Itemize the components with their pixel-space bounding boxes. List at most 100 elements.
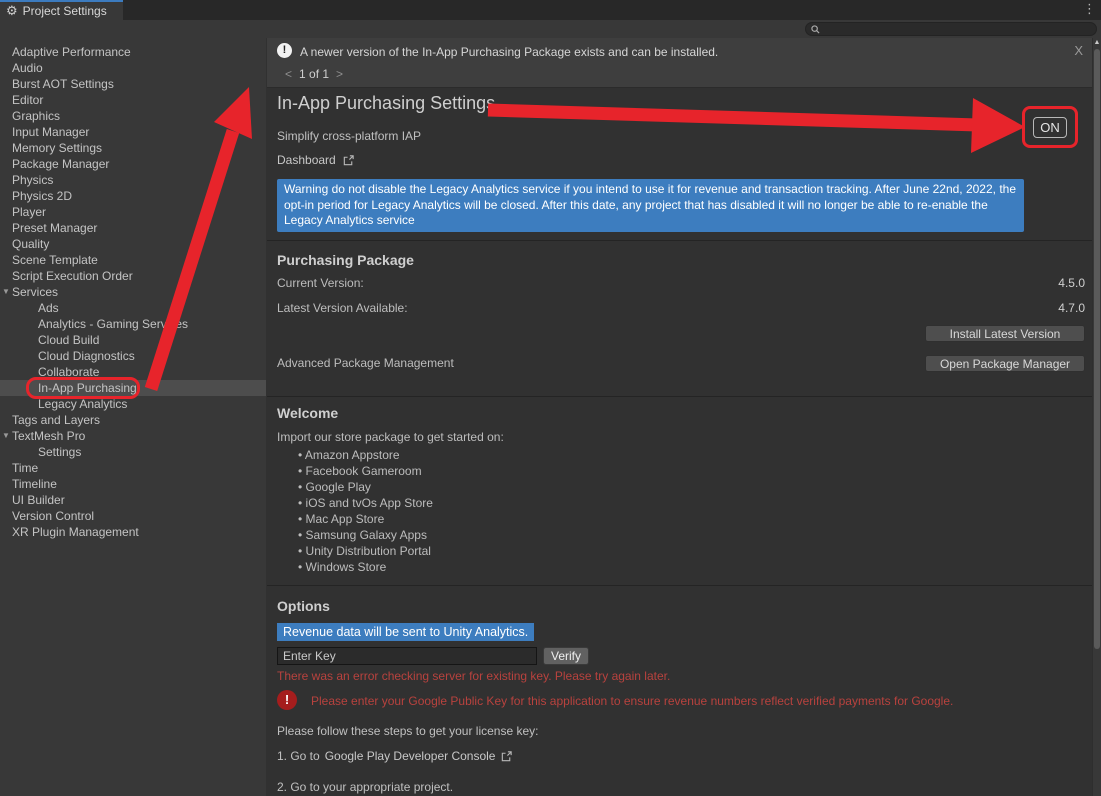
google-key-warning-text: Please enter your Google Public Key for … — [311, 694, 953, 708]
sidebar-item-label: Legacy Analytics — [0, 397, 127, 411]
sidebar-item-label: Package Manager — [0, 157, 109, 171]
verify-button[interactable]: Verify — [543, 647, 589, 665]
store-list-item: Google Play — [298, 480, 433, 496]
sidebar-item-legacy-analytics[interactable]: Legacy Analytics — [0, 396, 266, 412]
info-bubble-icon: ! — [277, 43, 292, 58]
tab-project-settings[interactable]: ⚙ Project Settings — [0, 0, 123, 20]
current-version-value: 4.5.0 — [1058, 276, 1085, 290]
sidebar-item-label: UI Builder — [0, 493, 65, 507]
step-1-prefix: 1. Go to — [277, 749, 320, 763]
kebab-menu-icon[interactable]: ⋮ — [1083, 2, 1096, 17]
welcome-intro: Import our store package to get started … — [277, 430, 504, 444]
sidebar-item-physics-2d[interactable]: Physics 2D — [0, 188, 266, 204]
sidebar-item-ads[interactable]: Ads — [0, 300, 266, 316]
sidebar-item-scene-template[interactable]: Scene Template — [0, 252, 266, 268]
sidebar-item-quality[interactable]: Quality — [0, 236, 266, 252]
sidebar-item-audio[interactable]: Audio — [0, 60, 266, 76]
step-1-row: 1. Go to Google Play Developer Console — [277, 749, 513, 763]
sidebar-item-tags-and-layers[interactable]: Tags and Layers — [0, 412, 266, 428]
sidebar-item-input-manager[interactable]: Input Manager — [0, 124, 266, 140]
sidebar-item-memory-settings[interactable]: Memory Settings — [0, 140, 266, 156]
sidebar-item-analytics-gaming-services[interactable]: Analytics - Gaming Services — [0, 316, 266, 332]
sidebar-item-label: Audio — [0, 61, 43, 75]
sidebar-item-adaptive-performance[interactable]: Adaptive Performance — [0, 44, 266, 60]
latest-version-value: 4.7.0 — [1058, 301, 1085, 315]
search-icon — [811, 25, 820, 34]
sidebar-item-label: Graphics — [0, 109, 60, 123]
sidebar-item-time[interactable]: Time — [0, 460, 266, 476]
settings-sidebar: Adaptive Performance AudioBurst AOT Setti… — [0, 38, 266, 796]
sidebar-item-services[interactable]: ▼Services — [0, 284, 266, 300]
sidebar-item-textmesh-pro[interactable]: ▼TextMesh Pro — [0, 428, 266, 444]
toolbar — [0, 20, 1101, 38]
sidebar-item-label: TextMesh Pro — [0, 429, 85, 443]
dashboard-link-label: Dashboard — [277, 153, 336, 167]
foldout-triangle-icon[interactable]: ▼ — [2, 288, 10, 296]
window-titlebar: ⚙ Project Settings ⋮ — [0, 0, 1101, 20]
sidebar-item-label: In-App Purchasing — [0, 381, 137, 395]
sidebar-item-label: Physics — [0, 173, 53, 187]
sidebar-item-label: Scene Template — [0, 253, 98, 267]
in-app-purchasing-panel: ! A newer version of the In-App Purchasi… — [267, 38, 1101, 796]
sidebar-item-settings[interactable]: Settings — [0, 444, 266, 460]
foldout-triangle-icon[interactable]: ▼ — [2, 432, 10, 440]
sidebar-item-label: Cloud Diagnostics — [0, 349, 135, 363]
open-package-manager-button[interactable]: Open Package Manager — [925, 355, 1085, 372]
service-on-toggle-button[interactable]: ON — [1033, 117, 1067, 138]
sidebar-item-preset-manager[interactable]: Preset Manager — [0, 220, 266, 236]
options-heading: Options — [277, 598, 330, 614]
vertical-scrollbar[interactable]: ▲ — [1092, 38, 1101, 796]
sidebar-item-label: Adaptive Performance — [0, 45, 131, 59]
section-divider — [267, 240, 1093, 241]
sidebar-item-label: Version Control — [0, 509, 94, 523]
sidebar-item-label: Settings — [0, 445, 81, 459]
store-list-item: Windows Store — [298, 560, 433, 576]
sidebar-item-label: Timeline — [0, 477, 57, 491]
search-input[interactable] — [824, 23, 1091, 35]
search-box[interactable] — [805, 22, 1097, 36]
latest-version-label: Latest Version Available: — [277, 301, 408, 315]
sidebar-item-label: Preset Manager — [0, 221, 97, 235]
license-key-input[interactable] — [277, 647, 537, 665]
sidebar-item-version-control[interactable]: Version Control — [0, 508, 266, 524]
purchasing-package-heading: Purchasing Package — [277, 252, 414, 268]
section-divider — [267, 585, 1093, 586]
close-icon[interactable]: X — [1074, 43, 1083, 58]
sidebar-item-cloud-build[interactable]: Cloud Build — [0, 332, 266, 348]
store-list-item: Amazon Appstore — [298, 448, 433, 464]
sidebar-item-script-execution-order[interactable]: Script Execution Order — [0, 268, 266, 284]
sidebar-item-burst-aot-settings[interactable]: Burst AOT Settings — [0, 76, 266, 92]
sidebar-item-timeline[interactable]: Timeline — [0, 476, 266, 492]
sidebar-item-cloud-diagnostics[interactable]: Cloud Diagnostics — [0, 348, 266, 364]
external-link-icon[interactable] — [500, 750, 513, 763]
sidebar-item-label: Memory Settings — [0, 141, 102, 155]
sidebar-item-package-manager[interactable]: Package Manager — [0, 156, 266, 172]
sidebar-item-graphics[interactable]: Graphics — [0, 108, 266, 124]
steps-intro-text: Please follow these steps to get your li… — [277, 724, 538, 738]
prev-notification-arrow[interactable]: < — [285, 67, 292, 81]
sidebar-item-editor[interactable]: Editor — [0, 92, 266, 108]
step-2-text: 2. Go to your appropriate project. — [277, 780, 453, 794]
sidebar-item-collaborate[interactable]: Collaborate — [0, 364, 266, 380]
scrollbar-thumb[interactable] — [1094, 49, 1100, 649]
sidebar-item-label: XR Plugin Management — [0, 525, 139, 539]
notification-message: A newer version of the In-App Purchasing… — [300, 45, 718, 59]
sidebar-item-label: Editor — [0, 93, 43, 107]
install-latest-version-button[interactable]: Install Latest Version — [925, 325, 1085, 342]
sidebar-item-ui-builder[interactable]: UI Builder — [0, 492, 266, 508]
gear-icon: ⚙ — [6, 5, 18, 18]
sidebar-item-in-app-purchasing[interactable]: In-App Purchasing — [0, 380, 266, 396]
sidebar-item-physics[interactable]: Physics — [0, 172, 266, 188]
current-version-label: Current Version: — [277, 276, 364, 290]
sidebar-item-label: Quality — [0, 237, 49, 251]
scroll-up-arrow-icon[interactable]: ▲ — [1093, 39, 1101, 46]
section-divider — [267, 396, 1093, 397]
error-icon: ! — [277, 690, 297, 710]
sidebar-item-xr-plugin-management[interactable]: XR Plugin Management — [0, 524, 266, 540]
google-play-console-link[interactable]: Google Play Developer Console — [325, 749, 496, 763]
dashboard-link[interactable]: Dashboard — [277, 153, 355, 167]
next-notification-arrow[interactable]: > — [336, 67, 343, 81]
sidebar-item-player[interactable]: Player — [0, 204, 266, 220]
sidebar-item-label: Player — [0, 205, 46, 219]
welcome-heading: Welcome — [277, 405, 338, 421]
